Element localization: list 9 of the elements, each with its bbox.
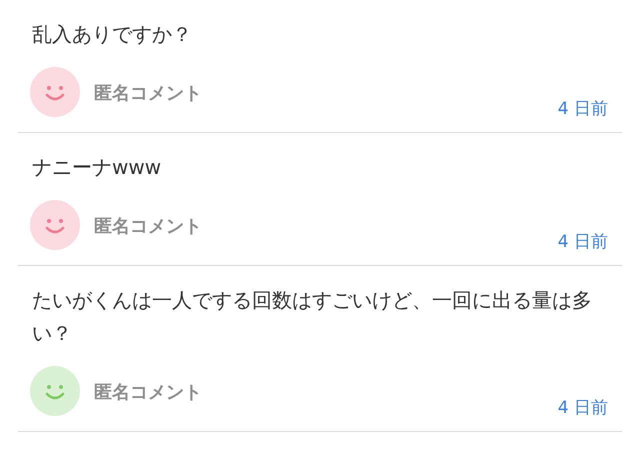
comment-text: 乱入ありですか？ <box>32 21 193 48</box>
comment-time: 4 日前 <box>558 397 608 419</box>
author-name: 匿名コメント <box>94 82 202 105</box>
comment-text: たいがくんは一人でする回数はすごいけど、一回に出る量は多い？ <box>32 287 593 347</box>
author-name: 匿名コメント <box>94 381 202 404</box>
comment-time: 4 日前 <box>558 98 608 120</box>
comment-time: 4 日前 <box>558 231 608 253</box>
comment-text: ナニーナwww <box>32 154 162 181</box>
author-name: 匿名コメント <box>94 215 202 238</box>
